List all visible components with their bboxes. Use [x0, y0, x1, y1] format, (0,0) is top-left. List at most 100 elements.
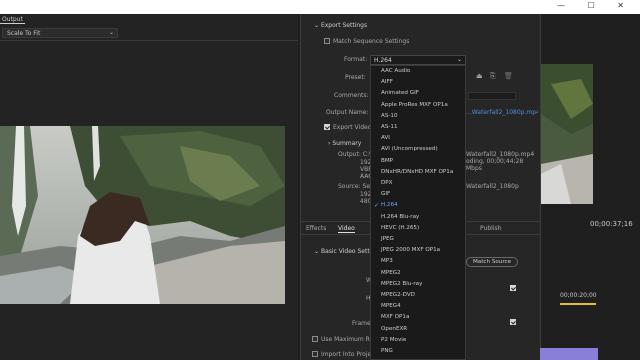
- import-into-project-checkbox[interactable]: [312, 351, 318, 357]
- match-source-button[interactable]: Match Source: [466, 257, 518, 267]
- comments-label: Comments:: [334, 92, 369, 99]
- format-option-label: PNG: [381, 348, 393, 354]
- tab-output[interactable]: Output: [0, 16, 25, 24]
- format-option[interactable]: MPEG2-DVD: [371, 290, 465, 301]
- output-name-label: Output Name:: [326, 109, 369, 116]
- summary-output-right: Mbps: [466, 165, 482, 172]
- format-option[interactable]: MP3: [371, 256, 465, 267]
- format-option-label: Animated GIF: [381, 90, 419, 97]
- frame-rate-label: Frame: [352, 320, 371, 327]
- format-option-label: MPEG2 Blu-ray: [381, 280, 423, 287]
- window-controls[interactable]: — ☐ ✕: [557, 1, 634, 10]
- format-option-label: MXF OP1a: [381, 314, 410, 321]
- format-option[interactable]: BMP: [371, 156, 465, 167]
- comments-input[interactable]: [468, 92, 516, 100]
- timeline-clip[interactable]: [540, 348, 598, 360]
- tab-effects[interactable]: Effects: [306, 225, 326, 232]
- format-option-label: AS-10: [381, 112, 398, 119]
- use-max-render-checkbox[interactable]: [312, 336, 318, 342]
- format-option[interactable]: MPEG2: [371, 268, 465, 279]
- format-option-label: AVI (Uncompressed): [381, 146, 438, 153]
- summary-output-right: Waterfall2_1080p.mp4: [466, 151, 535, 158]
- collapse-chevron-icon: ›: [328, 140, 331, 147]
- format-label: Format:: [344, 56, 368, 63]
- format-option[interactable]: Animated GIF: [371, 88, 465, 99]
- format-option-label: MP3: [381, 258, 393, 265]
- program-preview-image: [541, 64, 593, 204]
- format-option-label: P2 Movie: [381, 336, 407, 343]
- format-option[interactable]: AAC Audio: [371, 66, 465, 77]
- format-option[interactable]: AVI: [371, 133, 465, 144]
- format-option[interactable]: H.264 Blu-ray: [371, 212, 465, 223]
- match-sequence-checkbox[interactable]: [324, 38, 330, 44]
- divider: [0, 40, 298, 41]
- tab-video[interactable]: Video: [338, 225, 355, 233]
- format-option[interactable]: DPX: [371, 178, 465, 189]
- format-option[interactable]: MPEG2 Blu-ray: [371, 279, 465, 290]
- chevron-down-icon: ⌄: [108, 29, 114, 36]
- format-option[interactable]: PNG: [371, 346, 465, 357]
- format-select-value: H.264: [374, 57, 392, 64]
- summary-output-label: Output: C:\: [338, 151, 372, 158]
- format-option-label: AS-11: [381, 124, 398, 130]
- format-option[interactable]: OpenEXR: [371, 324, 465, 335]
- output-name-link[interactable]: ...Waterfall2_1080p.mp4: [466, 109, 538, 116]
- scale-select-value: Scale To Fit: [7, 30, 41, 37]
- format-option[interactable]: AS-10: [371, 111, 465, 122]
- format-option-label: MPEG2: [381, 269, 401, 276]
- format-option-label: GIF: [381, 191, 391, 198]
- format-option-label: OpenEXR: [381, 325, 408, 332]
- save-preset-icon[interactable]: ⏏: [476, 72, 483, 80]
- format-option-label: HEVC (H.265): [381, 224, 420, 231]
- format-option[interactable]: DNxHR/DNxHD MXF OP1a: [371, 167, 465, 178]
- collapse-chevron-icon: ⌄: [314, 248, 320, 255]
- chevron-down-icon: ⌄: [456, 56, 462, 63]
- format-option[interactable]: AS-11: [371, 122, 465, 133]
- video-preview-image: [0, 126, 285, 304]
- format-option-label: BMP: [381, 157, 394, 164]
- preset-label: Preset:: [345, 74, 366, 81]
- export-video-label: Export Video: [333, 124, 372, 131]
- scale-select[interactable]: Scale To Fit ⌄: [2, 28, 118, 38]
- summary-source-label: Source: Seq: [338, 183, 374, 190]
- delete-preset-icon[interactable]: 🗑: [504, 72, 513, 80]
- format-option[interactable]: JPEG 2000 MXF OP1a: [371, 245, 465, 256]
- format-option-label: DPX: [381, 180, 393, 186]
- summary-header[interactable]: › Summary: [328, 140, 361, 147]
- timeline-work-area-bar: [560, 303, 596, 305]
- format-option-label: AAC Audio: [381, 68, 411, 74]
- import-into-project-label: Import Into Project: [321, 351, 377, 358]
- format-dropdown-list: AAC Audio AIFF Animated GIF Apple ProRes MX…: [370, 65, 466, 360]
- export-settings-header[interactable]: ⌄ Export Settings: [314, 22, 367, 29]
- format-option-label: DNxHR/DNxHD MXF OP1a: [381, 168, 454, 175]
- format-option[interactable]: P2 Movie: [371, 335, 465, 346]
- program-timecode: 00;00:37;16: [590, 220, 633, 228]
- format-option[interactable]: Apple ProRes MXF OP1a: [371, 100, 465, 111]
- frame-rate-checkbox[interactable]: [510, 319, 516, 325]
- import-preset-icon[interactable]: ⎘: [490, 72, 496, 81]
- format-option-label: AIFF: [381, 79, 393, 86]
- summary-source-right: Waterfall2_1080p: [466, 183, 519, 190]
- export-video-checkbox[interactable]: [324, 124, 330, 130]
- format-option[interactable]: GIF: [371, 189, 465, 200]
- format-option[interactable]: AIFF: [371, 77, 465, 88]
- format-option[interactable]: MPEG4: [371, 301, 465, 312]
- tab-publish[interactable]: Publish: [480, 225, 501, 232]
- use-max-render-label: Use Maximum Ren: [321, 336, 377, 343]
- match-sequence-label: Match Sequence Settings: [333, 38, 410, 45]
- lock-aspect-checkbox[interactable]: [510, 285, 516, 291]
- check-icon: ✓: [374, 202, 380, 210]
- format-option[interactable]: ✓ H.264: [371, 200, 465, 211]
- format-option-label: MPEG2-DVD: [381, 292, 415, 298]
- timeline-ruler-time: 00;00:20;00: [560, 292, 597, 299]
- format-option[interactable]: MXF OP1a: [371, 312, 465, 323]
- format-option[interactable]: HEVC (H.265): [371, 223, 465, 234]
- format-option[interactable]: AVI (Uncompressed): [371, 144, 465, 155]
- format-option-label: AVI: [381, 135, 390, 142]
- window-title-bar: [0, 0, 640, 14]
- format-select[interactable]: H.264 ⌄: [370, 55, 466, 65]
- format-option-label: H.264 Blu-ray: [381, 213, 420, 220]
- format-option-label: JPEG 2000 MXF OP1a: [381, 247, 441, 254]
- format-option[interactable]: JPEG: [371, 234, 465, 245]
- format-option-label: H.264: [381, 202, 398, 209]
